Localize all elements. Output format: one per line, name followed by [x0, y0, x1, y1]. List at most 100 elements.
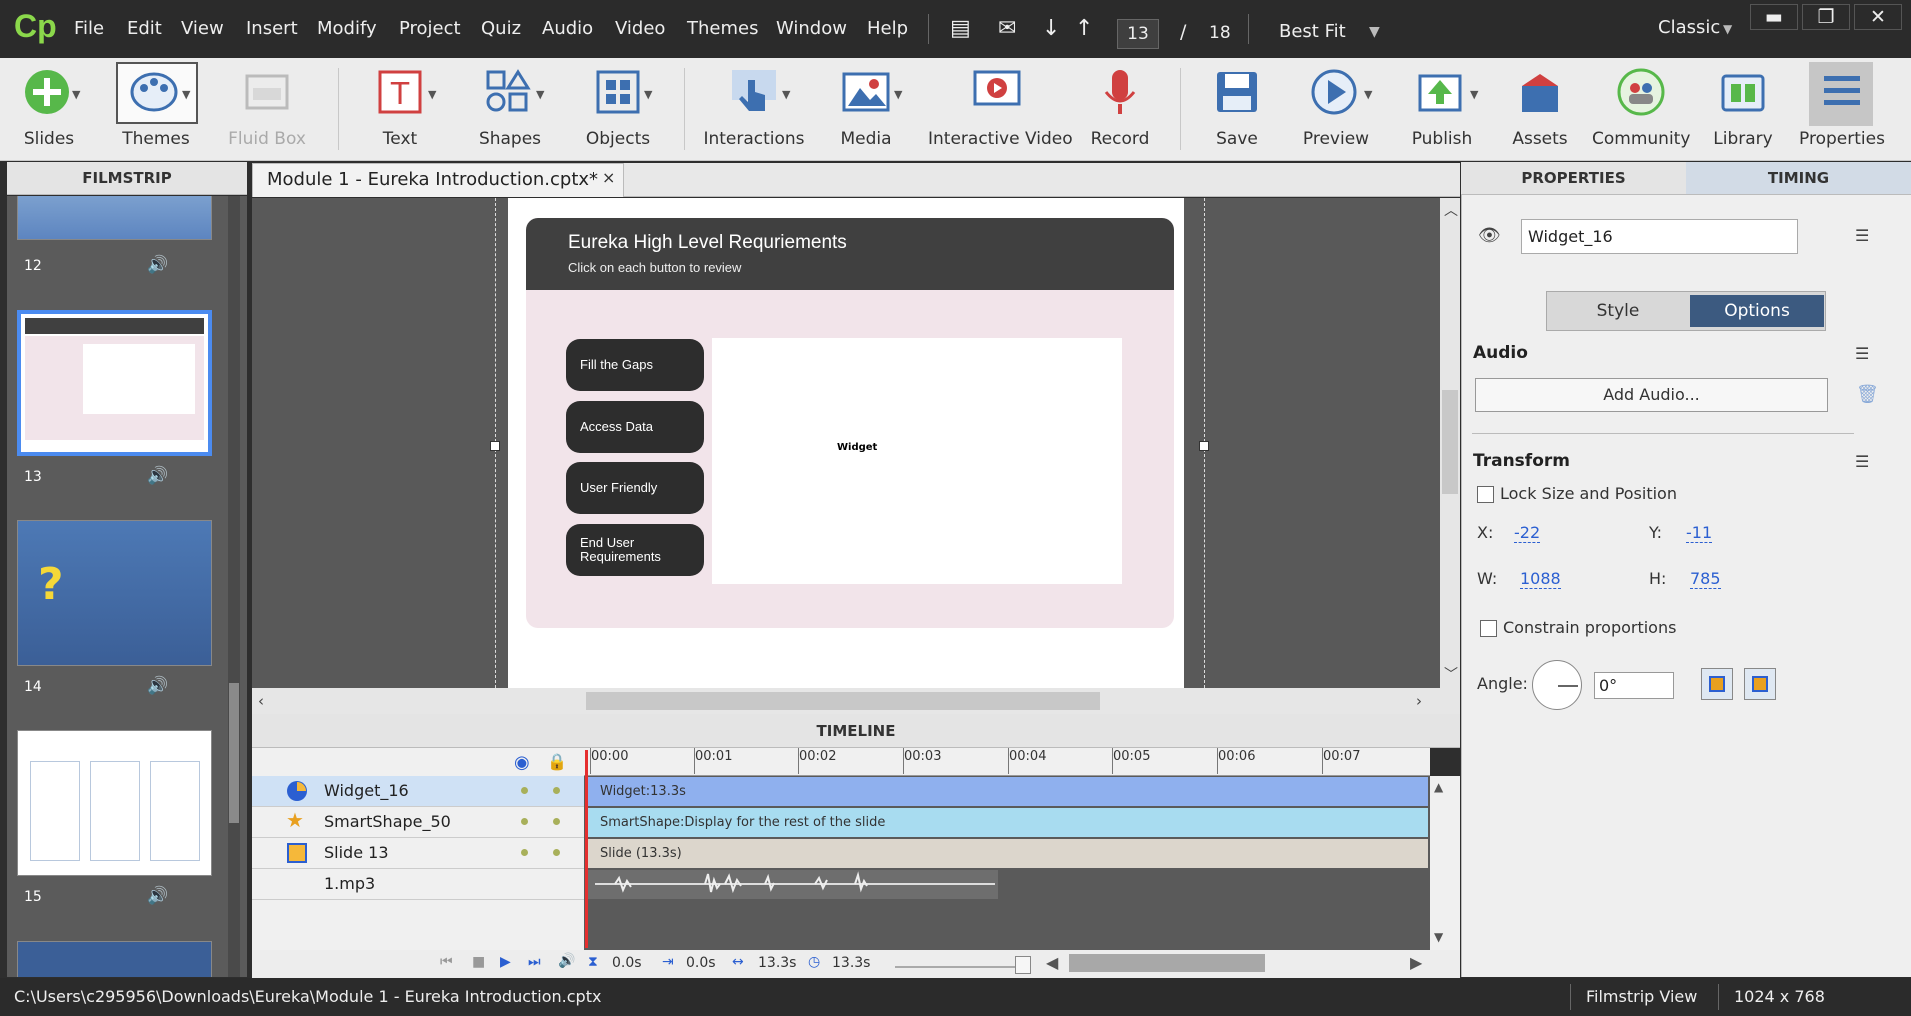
stage-hscroll-thumb[interactable]	[586, 692, 1100, 710]
menu-view[interactable]: View	[181, 18, 224, 39]
scroll-down-icon[interactable]: ▼	[1434, 930, 1443, 944]
menu-modify[interactable]: Modify	[317, 18, 377, 39]
timeline-row-audio[interactable]: 1.mp3	[252, 869, 584, 900]
x-value[interactable]: -22	[1514, 523, 1541, 543]
menu-window[interactable]: Window	[776, 18, 847, 39]
stop-icon[interactable]: ■	[472, 954, 485, 970]
end-user-requirements-button[interactable]: End User Requirements	[566, 524, 704, 576]
w-value[interactable]: 1088	[1520, 569, 1561, 589]
lock-dot[interactable]	[553, 787, 560, 794]
angle-dial[interactable]	[1532, 660, 1582, 710]
arrow-up-icon[interactable]: ↑	[1075, 16, 1093, 41]
workspace-select[interactable]: Classic	[1658, 17, 1720, 38]
play-icon[interactable]: ▶	[500, 954, 511, 970]
y-value[interactable]: -11	[1686, 523, 1713, 543]
shapes-button[interactable]: ▼ Shapes	[468, 58, 552, 158]
scroll-right-icon[interactable]: ›	[1416, 692, 1422, 710]
maximize-icon[interactable]: ❐	[1802, 4, 1850, 30]
mail-icon[interactable]: ✉	[998, 16, 1016, 41]
objects-button[interactable]: ▼ Objects	[574, 58, 662, 158]
timeline-row-widget[interactable]: Widget_16	[252, 776, 584, 807]
library-button[interactable]: Library	[1702, 58, 1784, 158]
timeline-zoom-track[interactable]	[895, 966, 1023, 968]
current-slide-input[interactable]: 13	[1117, 19, 1159, 49]
audio-timeline-bar[interactable]	[585, 870, 1428, 899]
scroll-down-icon[interactable]: ﹀	[1444, 664, 1458, 684]
close-icon[interactable]: ✕	[1854, 4, 1902, 30]
timeline-row-slide[interactable]: Slide 13	[252, 838, 584, 869]
rotate-left-icon[interactable]	[1701, 668, 1733, 700]
interactive-video-button[interactable]: Interactive Video	[928, 58, 1073, 158]
menu-quiz[interactable]: Quiz	[481, 18, 521, 39]
close-tab-icon[interactable]: ×	[602, 168, 615, 187]
chevron-down-icon[interactable]: ▼	[1369, 24, 1380, 40]
skip-start-icon[interactable]: ⏮	[440, 954, 453, 970]
menu-audio[interactable]: Audio	[542, 18, 593, 39]
menu-file[interactable]: File	[74, 18, 104, 39]
constrain-checkbox[interactable]	[1480, 620, 1497, 637]
resize-handle[interactable]	[490, 441, 500, 451]
menu-edit[interactable]: Edit	[127, 18, 162, 39]
panel-menu-icon[interactable]: ☰	[1855, 344, 1869, 363]
timeline-zoom-knob[interactable]	[1015, 956, 1031, 974]
tab-options[interactable]: Options	[1690, 295, 1824, 327]
trash-icon[interactable]: 🗑	[1856, 384, 1879, 405]
filmstrip-scroll-thumb[interactable]	[229, 683, 239, 823]
scroll-right-icon[interactable]: ▶	[1410, 953, 1422, 972]
object-name-input[interactable]: Widget_16	[1521, 219, 1798, 254]
scroll-up-icon[interactable]: ▲	[1434, 780, 1443, 794]
community-button[interactable]: Community	[1592, 58, 1690, 158]
timeline-vertical-scrollbar[interactable]	[1430, 776, 1460, 950]
comment-icon[interactable]: ▤	[950, 16, 971, 41]
document-tab[interactable]: Module 1 - Eureka Introduction.cptx*	[252, 163, 624, 197]
tab-style[interactable]: Style	[1548, 293, 1688, 329]
fill-gaps-button[interactable]: Fill the Gaps	[566, 339, 704, 391]
slides-button[interactable]: ▼ Slides	[6, 58, 92, 158]
publish-button[interactable]: ▼ Publish	[1398, 58, 1486, 158]
arrow-down-icon[interactable]: ↓	[1042, 16, 1060, 41]
text-button[interactable]: T ▼ Text	[358, 58, 442, 158]
angle-input[interactable]: 0°	[1594, 672, 1674, 699]
themes-button[interactable]: ▼ Themes	[112, 58, 200, 158]
scroll-up-icon[interactable]: ︿	[1444, 200, 1458, 220]
filmstrip-scrollbar[interactable]	[228, 196, 240, 977]
lock-dot[interactable]	[553, 849, 560, 856]
audio-toggle-icon[interactable]: 🔊	[558, 953, 575, 969]
smartshape-timeline-bar[interactable]: SmartShape:Display for the rest of the s…	[585, 808, 1428, 837]
chevron-down-icon[interactable]: ▼	[1723, 22, 1732, 36]
filmstrip-thumb-16[interactable]	[17, 941, 212, 977]
visibility-dot[interactable]	[521, 849, 528, 856]
timeline-header[interactable]: TIMELINE	[252, 714, 1460, 748]
filmstrip-thumb-13[interactable]	[17, 310, 212, 456]
filmstrip-thumb-12[interactable]	[17, 196, 212, 240]
stage-vscroll-thumb[interactable]	[1442, 390, 1458, 494]
eye-icon[interactable]: 👁	[1478, 225, 1501, 246]
timeline-hscroll-thumb[interactable]	[1069, 954, 1265, 972]
scroll-left-icon[interactable]: ‹	[258, 692, 264, 710]
menu-help[interactable]: Help	[867, 18, 908, 39]
widget-timeline-bar[interactable]: Widget:13.3s	[585, 777, 1428, 806]
menu-video[interactable]: Video	[615, 18, 665, 39]
eye-icon[interactable]: ◉	[514, 752, 530, 773]
menu-project[interactable]: Project	[399, 18, 461, 39]
playhead[interactable]	[585, 750, 588, 948]
visibility-dot[interactable]	[521, 818, 528, 825]
minimize-icon[interactable]: ▬	[1750, 4, 1798, 30]
lock-size-checkbox[interactable]	[1477, 486, 1494, 503]
properties-button[interactable]: Properties	[1796, 58, 1888, 158]
slide-timeline-bar[interactable]: Slide (13.3s)	[585, 839, 1428, 868]
rotate-right-icon[interactable]	[1744, 668, 1776, 700]
preview-button[interactable]: ▼ Preview	[1290, 58, 1382, 158]
tab-timing[interactable]: TIMING	[1686, 162, 1911, 195]
menu-insert[interactable]: Insert	[246, 18, 298, 39]
tab-properties[interactable]: PROPERTIES	[1461, 162, 1686, 195]
visibility-dot[interactable]	[521, 787, 528, 794]
filmstrip-thumb-15[interactable]	[17, 730, 212, 876]
panel-menu-icon[interactable]: ☰	[1855, 226, 1869, 245]
media-button[interactable]: ▼ Media	[824, 58, 908, 158]
h-value[interactable]: 785	[1690, 569, 1721, 589]
lock-icon[interactable]: 🔒	[547, 752, 567, 771]
zoom-select[interactable]: Best Fit	[1279, 21, 1346, 42]
assets-button[interactable]: Assets	[1500, 58, 1580, 158]
timeline-row-smartshape[interactable]: ★ SmartShape_50	[252, 807, 584, 838]
